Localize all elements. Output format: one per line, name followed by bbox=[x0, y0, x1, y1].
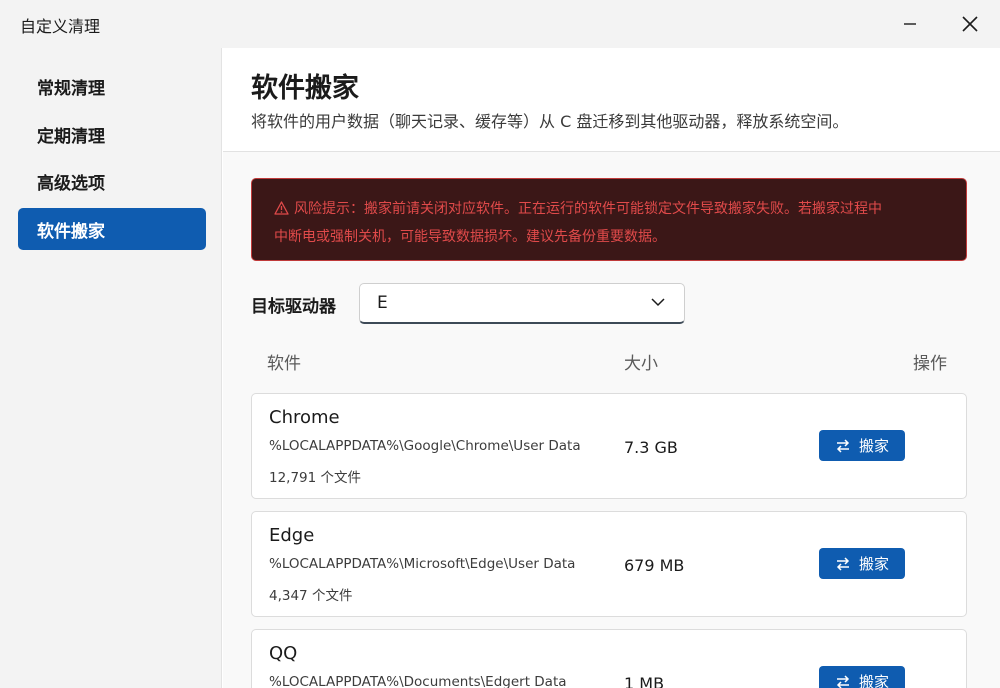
swap-arrows-icon bbox=[836, 438, 850, 453]
software-row-qq: QQ %LOCALAPPDATA%\Documents\Edgert Data … bbox=[251, 629, 967, 688]
sidebar-item-label: 高级选项 bbox=[37, 173, 105, 194]
move-button-label: 搬家 bbox=[858, 673, 889, 688]
move-button-label: 搬家 bbox=[858, 555, 889, 573]
target-drive-label: 目标驱动器 bbox=[251, 297, 336, 317]
chevron-down-icon bbox=[651, 298, 665, 307]
sidebar-item-software-move[interactable]: 软件搬家 bbox=[18, 208, 206, 250]
main-content: 软件搬家 将软件的用户数据（聊天记录、缓存等）从 C 盘迁移到其他驱动器，释放系… bbox=[223, 48, 1000, 688]
software-path: %LOCALAPPDATA%\Google\Chrome\User Data bbox=[269, 438, 581, 454]
column-header-size: 大小 bbox=[624, 354, 658, 374]
sidebar: 常规清理 定期清理 高级选项 软件搬家 bbox=[0, 48, 222, 688]
software-name: QQ bbox=[269, 643, 298, 664]
minimize-icon bbox=[904, 23, 916, 25]
sidebar-item-advanced-options[interactable]: 高级选项 bbox=[18, 160, 206, 202]
sidebar-item-regular-clean[interactable]: 常规清理 bbox=[18, 65, 206, 107]
swap-arrows-icon bbox=[836, 674, 850, 688]
warning-text-1: 风险提示：搬家前请关闭对应软件。正在运行的软件可能锁定文件导致搬家失败。若搬家过… bbox=[294, 201, 882, 217]
risk-warning-banner: 风险提示：搬家前请关闭对应软件。正在运行的软件可能锁定文件导致搬家失败。若搬家过… bbox=[251, 178, 967, 261]
software-file-count: 12,791 个文件 bbox=[269, 470, 362, 486]
target-drive-dropdown[interactable]: E bbox=[359, 283, 685, 324]
sidebar-item-label: 常规清理 bbox=[37, 78, 105, 99]
page-subtitle: 将软件的用户数据（聊天记录、缓存等）从 C 盘迁移到其他驱动器，释放系统空间。 bbox=[251, 112, 849, 131]
software-size: 1 MB bbox=[624, 674, 665, 688]
warning-text-2: 中断电或强制关机，可能导致数据损坏。建议先备份重要数据。 bbox=[274, 229, 666, 245]
software-row-edge: Edge %LOCALAPPDATA%\Microsoft\Edge\User … bbox=[251, 511, 967, 617]
software-name: Chrome bbox=[269, 407, 340, 428]
software-name: Edge bbox=[269, 525, 315, 546]
move-button-chrome[interactable]: 搬家 bbox=[819, 430, 905, 461]
software-row-chrome: Chrome %LOCALAPPDATA%\Google\Chrome\User… bbox=[251, 393, 967, 499]
close-icon bbox=[962, 16, 978, 32]
page-header: 软件搬家 将软件的用户数据（聊天记录、缓存等）从 C 盘迁移到其他驱动器，释放系… bbox=[223, 48, 1000, 152]
close-button[interactable] bbox=[944, 0, 996, 48]
title-bar: 自定义清理 bbox=[0, 0, 1000, 48]
sidebar-item-label: 软件搬家 bbox=[37, 221, 105, 242]
column-header-action: 操作 bbox=[913, 354, 947, 374]
move-button-qq[interactable]: 搬家 bbox=[819, 666, 905, 688]
move-button-edge[interactable]: 搬家 bbox=[819, 548, 905, 579]
warning-icon bbox=[274, 201, 289, 215]
minimize-button[interactable] bbox=[884, 0, 936, 48]
sidebar-item-scheduled-clean[interactable]: 定期清理 bbox=[18, 113, 206, 155]
software-path: %LOCALAPPDATA%\Microsoft\Edge\User Data bbox=[269, 556, 576, 572]
software-file-count: 4,347 个文件 bbox=[269, 588, 353, 604]
warning-line-1: 风险提示：搬家前请关闭对应软件。正在运行的软件可能锁定文件导致搬家失败。若搬家过… bbox=[274, 195, 948, 223]
software-path: %LOCALAPPDATA%\Documents\Edgert Data bbox=[269, 674, 567, 688]
window-title: 自定义清理 bbox=[20, 17, 101, 36]
move-button-label: 搬家 bbox=[858, 437, 889, 455]
software-size: 7.3 GB bbox=[624, 438, 678, 457]
software-size: 679 MB bbox=[624, 556, 685, 575]
page-title: 软件搬家 bbox=[251, 73, 359, 104]
column-header-software: 软件 bbox=[267, 354, 301, 374]
sidebar-item-label: 定期清理 bbox=[37, 126, 105, 147]
target-drive-value: E bbox=[377, 293, 388, 313]
swap-arrows-icon bbox=[836, 556, 850, 571]
